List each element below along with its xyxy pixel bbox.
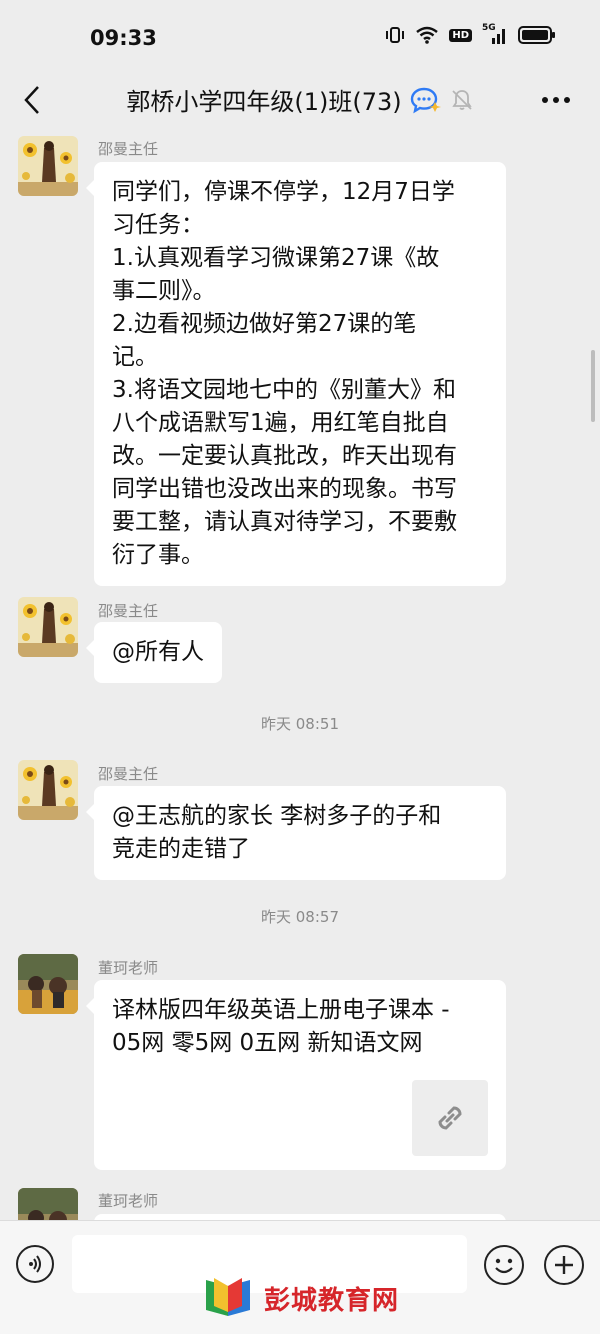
- timestamp: 昨天 08:51: [261, 715, 339, 733]
- sender-name: 邵曼主任: [98, 140, 159, 158]
- message-line: 事二则》。: [112, 278, 216, 304]
- message-line: @所有人: [112, 639, 204, 665]
- emoji-icon: [495, 1258, 513, 1274]
- group-chat-badge-icon: [410, 87, 441, 113]
- message-line: 改。一定要认真批改，昨天出现有: [112, 443, 457, 469]
- mute-bell-icon: [451, 89, 472, 110]
- message-line: 习任务：: [112, 212, 204, 238]
- battery-icon: [518, 26, 555, 44]
- hd-badge: HD: [449, 28, 472, 42]
- more-button[interactable]: [536, 82, 576, 118]
- wifi-icon: [416, 26, 439, 44]
- chat-title[interactable]: 郭桥小学四年级(1)班(73): [126, 82, 401, 117]
- link-icon: [438, 1106, 462, 1130]
- status-time: 09:33: [90, 26, 157, 50]
- sender-name: 邵曼主任: [98, 765, 159, 783]
- avatar[interactable]: [18, 597, 78, 657]
- message-line: 衍了事。: [112, 542, 204, 568]
- link-thumbnail: [412, 1080, 488, 1156]
- avatar[interactable]: [18, 760, 78, 820]
- plus-button[interactable]: [544, 1245, 584, 1285]
- chat-header: 郭桥小学四年级(1)班(73): [0, 72, 600, 128]
- book-logo-icon: [206, 1278, 250, 1316]
- scrollbar-thumb[interactable]: [591, 350, 595, 422]
- message-bubble[interactable]: @所有人: [86, 622, 222, 683]
- message-line: 竞走的走错了: [112, 836, 250, 862]
- more-dots-icon: [542, 97, 570, 103]
- status-icons: HD 5G: [385, 23, 556, 46]
- message-line: 八个成语默写1遍，用红笔自批自: [112, 410, 449, 436]
- vibrate-icon: [386, 27, 405, 43]
- message-line: 3.将语文园地七中的《别董大》和: [112, 377, 456, 403]
- emoji-button[interactable]: [484, 1245, 524, 1285]
- voice-button[interactable]: [16, 1245, 54, 1283]
- message-line: 记。: [112, 344, 158, 370]
- timestamp: 昨天 08:57: [261, 908, 339, 926]
- avatar[interactable]: [18, 1188, 78, 1220]
- message-line: 要工整，请认真对待学习，不要敷: [112, 509, 457, 535]
- signal-icon: 5G: [482, 23, 508, 46]
- message-line: 同学们，停课不停学，12月7日学: [112, 179, 455, 205]
- avatar[interactable]: [18, 954, 78, 1014]
- message-line: @王志航的家长 李树多子的子和: [112, 803, 442, 829]
- avatar[interactable]: [18, 136, 78, 196]
- message-line: 1.认真观看学习微课第27课《故: [112, 245, 440, 271]
- voice-icon: [29, 1255, 41, 1273]
- watermark: 彭城教育网: [200, 1276, 399, 1320]
- message-line: 2.边看视频边做好第27课的笔: [112, 311, 417, 337]
- plus-icon: [555, 1256, 573, 1274]
- link-title-line: 译林版四年级英语上册电子课本 -: [112, 997, 450, 1023]
- message-list[interactable]: 邵曼主任 同学们，停课不停学，12月7日学 习任务： 1.认真观看学习微课第27…: [0, 128, 600, 1220]
- link-card[interactable]: 译林版四年级英语上册电子课本 - 05网 零5网 0五网 新知语文网: [86, 980, 506, 1170]
- message-bubble[interactable]: @王志航的家长 李树多子的子和 竞走的走错了: [86, 786, 506, 880]
- watermark-text: 彭城教育网: [264, 1285, 400, 1316]
- sender-name: 董珂老师: [98, 959, 159, 977]
- link-title-line: 05网 零5网 0五网 新知语文网: [112, 1030, 423, 1056]
- message-bubble[interactable]: 同学们，停课不停学，12月7日学 习任务： 1.认真观看学习微课第27课《故 事…: [86, 162, 506, 586]
- sender-name: 邵曼主任: [98, 602, 159, 620]
- title-wrap: 郭桥小学四年级(1)班(73): [0, 82, 600, 117]
- message-line: 同学出错也没改出来的现象。书写: [112, 476, 457, 502]
- sender-name: 董珂老师: [98, 1192, 159, 1210]
- status-bar: 09:33 HD 5G: [0, 0, 600, 72]
